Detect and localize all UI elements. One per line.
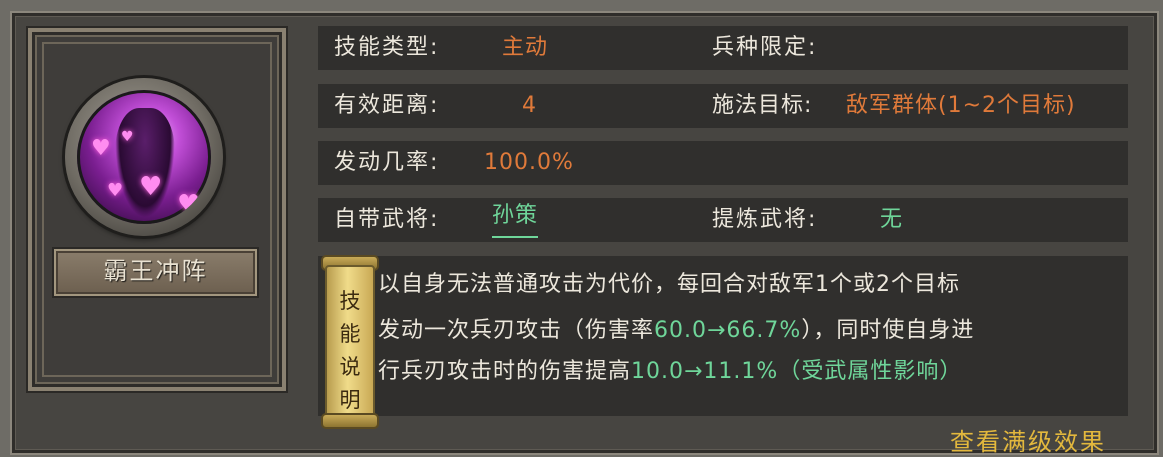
- description-line-3: 行兵刃攻击时的伤害提高10.0→11.1%（受武属性影响）: [378, 353, 962, 385]
- range-label: 有效距离:: [334, 93, 440, 118]
- scroll-body: 技 能 说 明: [325, 265, 375, 419]
- skill-portrait-ring: ♥ ♥ ♥ ♥ ♥: [65, 78, 223, 236]
- trigger-chance-row: [318, 141, 1128, 185]
- description-text: 发动一次兵刃攻击（伤害率: [378, 318, 655, 343]
- scroll-title-char: 技: [339, 289, 361, 313]
- range-value: 4: [522, 93, 537, 118]
- troop-limit-label: 兵种限定:: [712, 35, 818, 60]
- heart-icon: ♥: [91, 136, 111, 161]
- description-scroll: 技 能 说 明: [321, 255, 379, 429]
- target-label: 施法目标:: [712, 93, 813, 118]
- view-max-level-link[interactable]: 查看满级效果: [950, 422, 1106, 457]
- skill-type-value: 主动: [502, 35, 549, 60]
- trigger-chance-label: 发动几率:: [334, 150, 440, 175]
- scroll-cap-bottom: [321, 413, 379, 429]
- damage-bonus-value: 10.0→11.1%（受武属性影响）: [631, 359, 963, 384]
- target-value: 敌军群体(1~2个目标): [846, 93, 1076, 118]
- scroll-title: 技 能 说 明: [327, 285, 373, 417]
- description-line-1: 以自身无法普通攻击为代价，每回合对敌军1个或2个目标: [378, 266, 960, 298]
- own-general-label: 自带武将:: [334, 207, 440, 232]
- description-text: 行兵刃攻击时的伤害提高: [378, 359, 632, 384]
- heart-icon: ♥: [139, 172, 163, 202]
- description-text: 以自身无法普通攻击为代价，每回合对敌军1个或2个目标: [378, 272, 960, 297]
- skill-portrait: ♥ ♥ ♥ ♥ ♥: [77, 90, 211, 224]
- description-line-2: 发动一次兵刃攻击（伤害率60.0→66.7%），同时使自身进: [378, 312, 974, 344]
- damage-rate-value: 60.0→66.7%: [654, 318, 802, 343]
- scroll-title-char: 能: [339, 322, 361, 346]
- trigger-chance-value: 100.0%: [484, 150, 574, 175]
- description-text: ），同时使自身进: [801, 318, 975, 343]
- heart-icon: ♥: [121, 129, 134, 145]
- scroll-title-char: 说: [339, 355, 361, 379]
- refine-general-label: 提炼武将:: [712, 207, 818, 232]
- skill-type-label: 技能类型:: [334, 35, 440, 60]
- refine-general-value: 无: [880, 207, 904, 232]
- heart-icon: ♥: [107, 180, 124, 201]
- skill-name-plate: 霸王冲阵: [52, 247, 259, 298]
- own-general-link[interactable]: 孙策: [492, 196, 539, 238]
- heart-icon: ♥: [177, 190, 201, 220]
